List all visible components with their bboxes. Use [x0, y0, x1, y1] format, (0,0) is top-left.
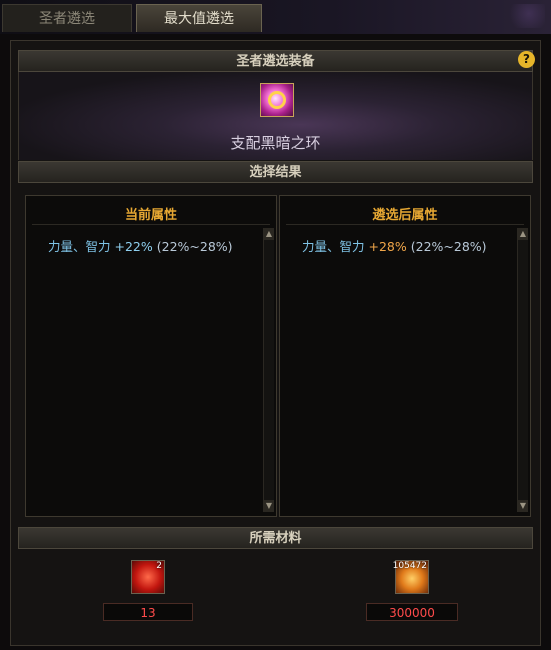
after-attributes-title: 遴选后属性 [372, 208, 438, 223]
material-count: 13 [103, 603, 193, 621]
divider [286, 224, 524, 225]
material-badge: 2 [156, 561, 162, 571]
attribute-range: (22%~28%) [156, 239, 233, 254]
help-icon[interactable]: ? [518, 51, 535, 68]
current-attributes-title: 当前属性 [124, 208, 177, 223]
red-material-icon[interactable]: 2 [131, 560, 165, 594]
divider [32, 224, 270, 225]
tab-saint-selection[interactable]: 圣者遴选 [2, 4, 132, 32]
attribute-name: 力量、智力 [302, 239, 365, 254]
materials-section-header: 所需材料 [18, 527, 533, 549]
after-attribute-row: 力量、智力 +28% (22%~28%) [302, 236, 487, 255]
ring-equipment-icon[interactable] [260, 83, 294, 117]
tab-max-value-selection[interactable]: 最大值遴选 [136, 4, 262, 32]
result-section-header: 选择结果 [18, 161, 533, 183]
current-scrollbar[interactable]: ▲ ▼ [263, 228, 274, 512]
equipment-name: 支配黑暗之环 [230, 134, 321, 152]
after-attributes-panel: 遴选后属性 力量、智力 +28% (22%~28%) ▲ ▼ [279, 195, 531, 517]
equipment-section-header: 圣者遴选装备 [18, 50, 533, 72]
material-count: 300000 [366, 603, 458, 621]
ring-shape-icon [268, 91, 286, 109]
gold-coin-icon[interactable]: 105472 [392, 560, 429, 594]
tab-bar: 圣者遴选 最大值遴选 [0, 0, 551, 34]
material-badge: 105472 [392, 561, 427, 571]
attribute-value: +22% [114, 239, 153, 254]
corner-decoration [505, 4, 545, 28]
after-scrollbar[interactable]: ▲ ▼ [517, 228, 528, 512]
scroll-up-icon[interactable]: ▲ [264, 228, 274, 240]
attribute-value: +28% [368, 239, 407, 254]
attribute-range: (22%~28%) [410, 239, 487, 254]
scroll-down-icon[interactable]: ▼ [518, 500, 528, 512]
current-attribute-row: 力量、智力 +22% (22%~28%) [48, 236, 233, 255]
scroll-up-icon[interactable]: ▲ [518, 228, 528, 240]
scroll-down-icon[interactable]: ▼ [264, 500, 274, 512]
current-attributes-panel: 当前属性 力量、智力 +22% (22%~28%) ▲ ▼ [25, 195, 277, 517]
attribute-name: 力量、智力 [48, 239, 111, 254]
